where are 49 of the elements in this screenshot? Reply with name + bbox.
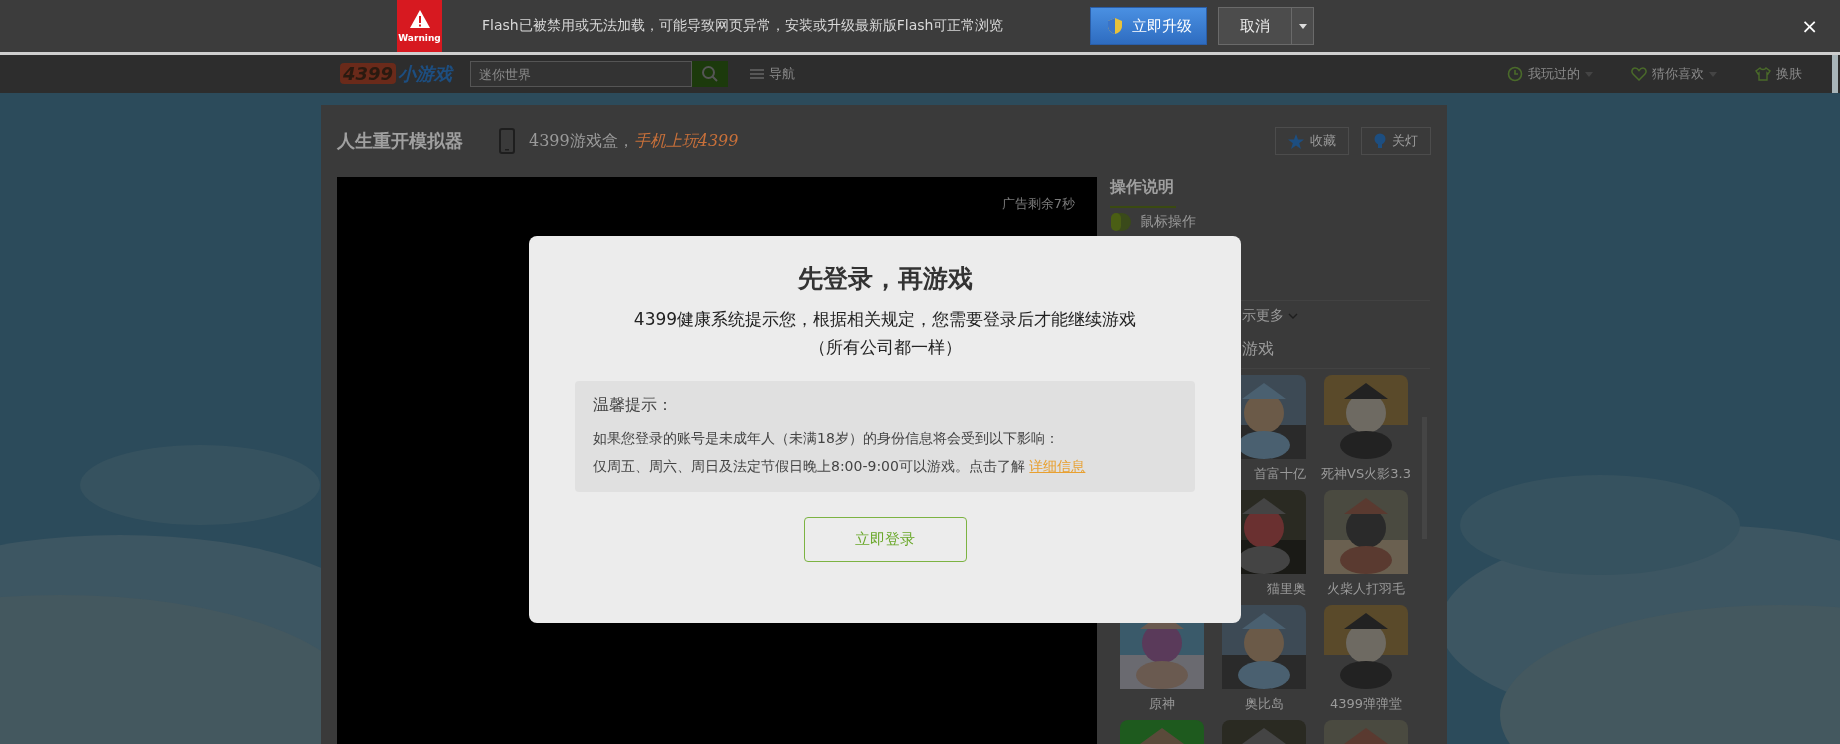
- tip-text: 如果您登录的账号是未成年人（未满18岁）的身份信息将会受到以下影响：: [593, 429, 1060, 448]
- tip-text: 仅周五、周六、周日及法定节假日晚上8:00-9:00可以游戏。点击了解 详细信息: [593, 457, 1087, 476]
- game-name[interactable]: 死神VS火影3.3: [1321, 465, 1411, 483]
- clock-icon: [1507, 66, 1523, 82]
- app-promo-link[interactable]: 4399游戏盒，手机上玩4399: [529, 130, 739, 152]
- dialog-title: 先登录，再游戏: [797, 263, 973, 295]
- caret-icon: [1298, 23, 1307, 29]
- shirt-icon: [1755, 67, 1771, 81]
- game-name[interactable]: 4399弹弹堂: [1329, 695, 1403, 713]
- upgrade-button[interactable]: 立即升级: [1090, 7, 1207, 45]
- navigation-link[interactable]: 导航: [750, 65, 796, 83]
- dropdown-button[interactable]: [1292, 7, 1314, 45]
- ad-countdown: 广告剩余7秒: [1001, 195, 1075, 213]
- show-more-link[interactable]: 示更多: [1242, 307, 1430, 325]
- tip-heading: 温馨提示：: [593, 395, 674, 416]
- game-name[interactable]: 原神: [1149, 695, 1175, 713]
- chevron-icon: [1288, 313, 1298, 319]
- cancel-button[interactable]: 取消: [1218, 7, 1292, 45]
- dialog-message: 4399健康系统提示您，根据相关规定，您需要登录后才能继续游戏: [633, 308, 1137, 331]
- star-icon: [1288, 133, 1304, 149]
- favorite-button[interactable]: 收藏: [1275, 127, 1349, 155]
- game-name[interactable]: 火柴人打羽毛: [1327, 580, 1405, 598]
- warning-icon-glyph: [408, 9, 431, 29]
- game-name[interactable]: 猫里奥: [1267, 580, 1306, 598]
- search-field[interactable]: 迷你世界: [470, 61, 693, 87]
- shield-icon: [1105, 17, 1124, 35]
- skin-link[interactable]: 换肤: [1755, 65, 1802, 83]
- sidebar-heading: 操作说明: [1110, 177, 1176, 208]
- phone-icon: [499, 128, 515, 154]
- search-button[interactable]: [692, 61, 729, 87]
- scrollbar[interactable]: [1832, 55, 1838, 93]
- search-icon: [701, 65, 720, 83]
- control-label: 鼠标操作: [1140, 213, 1196, 231]
- close-button[interactable]: ×: [1797, 14, 1822, 38]
- heart-icon: [1631, 67, 1647, 81]
- game-name[interactable]: 首富十亿: [1254, 465, 1306, 483]
- lights-off-button[interactable]: 关灯: [1361, 127, 1431, 155]
- history-link[interactable]: 我玩过的: [1507, 65, 1593, 83]
- mouse-icon: [1110, 212, 1132, 232]
- recommend-link[interactable]: 猜你喜欢: [1631, 65, 1717, 83]
- game-title: 人生重开模拟器: [337, 129, 463, 153]
- section-title: 游戏: [1242, 339, 1274, 358]
- game-name[interactable]: 奥比岛: [1244, 695, 1284, 713]
- login-button[interactable]: 立即登录: [803, 517, 967, 562]
- dialog-note: （所有公司都一样）: [808, 336, 962, 359]
- flash-message: Flash已被禁用或无法加载，可能导致网页异常，安装或升级最新版Flash可正常浏览: [482, 17, 1005, 35]
- menu-icon: [750, 69, 765, 79]
- bulb-icon: [1374, 133, 1386, 149]
- warning-label: Warning: [398, 33, 441, 43]
